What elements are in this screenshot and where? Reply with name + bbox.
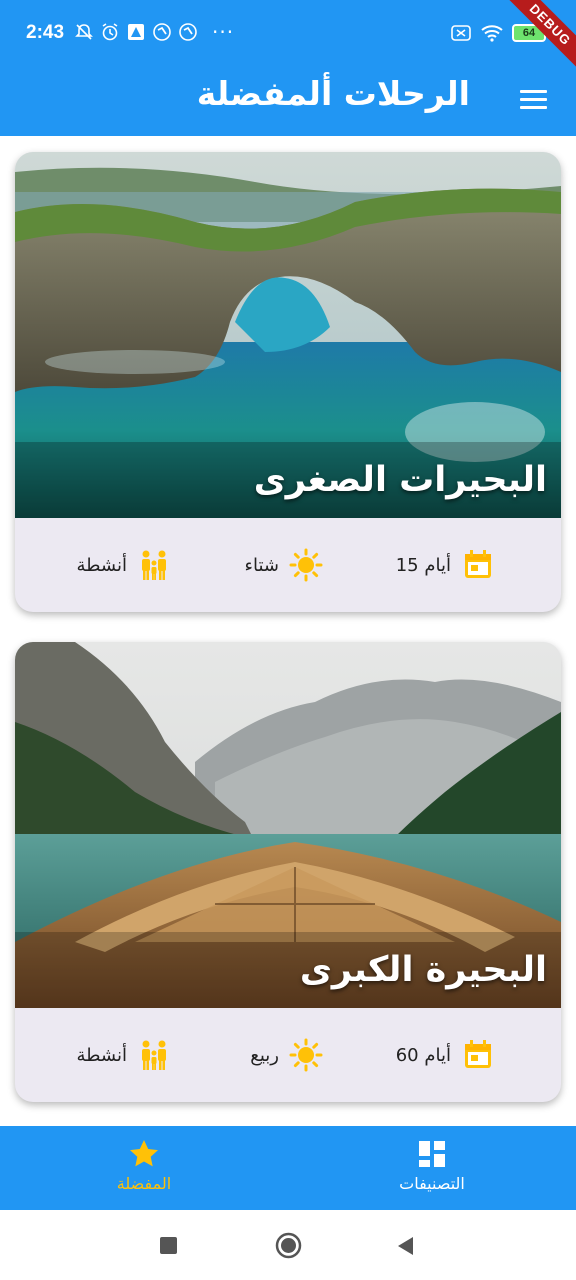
trip-activities: أنشطة (77, 1038, 171, 1072)
season-label: ربيع (250, 1044, 279, 1066)
nav-label-favorites: المفضلة (116, 1174, 172, 1193)
trip-season: ربيع (250, 1038, 323, 1072)
nav-item-favorites[interactable]: المفضلة (64, 1138, 224, 1193)
nav-item-categories[interactable]: التصنيفات (352, 1138, 512, 1193)
mute-bell-icon (75, 24, 93, 40)
page-title: الرحلات ألمفضلة (196, 74, 470, 113)
family-icon (142, 550, 166, 580)
star-icon (130, 1140, 158, 1167)
trip-duration: 15 أيام (396, 548, 495, 582)
alarm-icon (102, 23, 118, 41)
activities-label: أنشطة (76, 1044, 127, 1066)
trip-title: البحيرات الصغرى (253, 460, 547, 500)
nav-label-categories: التصنيفات (399, 1174, 465, 1193)
bottom-navigation-bar: المفضلة التصنيفات (0, 1126, 576, 1210)
trip-activities: أنشطة (77, 548, 171, 582)
trip-image-lake-boat: البحيرة الكبرى (15, 642, 561, 1008)
trip-card[interactable]: البحيرات الصغرى 15 أيام شتاء أنشطة (15, 152, 561, 612)
notification-icons (74, 22, 198, 42)
system-navigation-bar (0, 1210, 576, 1280)
trip-title: البحيرة الكبرى (299, 950, 547, 990)
status-time: 2:43 (26, 22, 65, 43)
trip-info-row: 15 أيام شتاء أنشطة (15, 518, 561, 612)
family-icon (142, 1040, 166, 1070)
trip-season: شتاء (245, 548, 323, 582)
activities-label: أنشطة (76, 554, 127, 576)
sun-icon (289, 1038, 323, 1072)
app-notification-icon (128, 24, 144, 40)
season-label: شتاء (244, 554, 279, 576)
sync-icon (153, 23, 171, 41)
wifi-icon (481, 25, 503, 42)
duration-label: 15 أيام (395, 554, 451, 576)
status-bar: 2:43 ··· 64 DEBUG (0, 0, 576, 76)
hamburger-menu-icon[interactable] (520, 85, 550, 115)
calendar-icon (465, 550, 491, 578)
sim-off-icon (451, 25, 471, 41)
trip-duration: 60 أيام (396, 1038, 495, 1072)
home-button-icon[interactable] (275, 1232, 302, 1259)
sun-icon (289, 548, 323, 582)
system-icons: 64 (450, 24, 546, 42)
app-bar: الرحلات ألمفضلة (0, 68, 576, 136)
back-button-icon[interactable] (396, 1236, 414, 1256)
recents-button-icon[interactable] (160, 1237, 177, 1254)
more-notifications-icon: ··· (212, 20, 235, 44)
trip-card[interactable]: البحيرة الكبرى 60 أيام ربيع أنشطة (15, 642, 561, 1102)
trip-image-cliff-arch: البحيرات الصغرى (15, 152, 561, 518)
calendar-icon (465, 1040, 491, 1068)
trip-info-row: 60 أيام ربيع أنشطة (15, 1008, 561, 1102)
dashboard-icon (419, 1141, 445, 1167)
duration-label: 60 أيام (395, 1044, 451, 1066)
sync-icon-2 (179, 23, 197, 41)
